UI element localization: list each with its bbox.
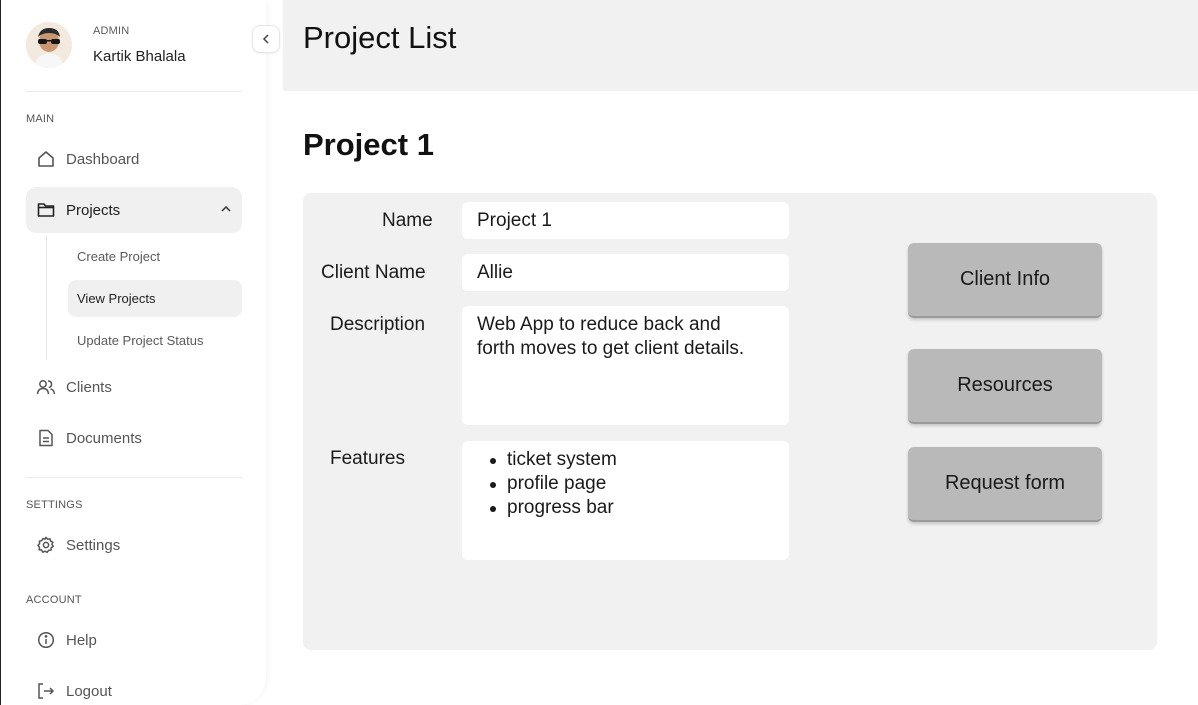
- logout-icon: [36, 681, 56, 701]
- request-form-button[interactable]: Request form: [908, 447, 1102, 522]
- users-icon: [36, 377, 56, 397]
- sidebar-item-help[interactable]: Help: [26, 617, 242, 663]
- client-name-label: Client Name: [321, 262, 426, 283]
- section-label-account: ACCOUNT: [26, 594, 82, 606]
- description-label: Description: [330, 314, 426, 335]
- chevron-left-icon: [262, 34, 269, 44]
- client-name-field[interactable]: Allie: [462, 254, 789, 291]
- info-icon: [36, 630, 56, 650]
- features-field[interactable]: ticket system profile page progress bar: [462, 441, 789, 560]
- project-heading: Project 1: [303, 127, 434, 162]
- list-item: progress bar: [489, 496, 774, 520]
- sidebar-item-label: Clients: [66, 378, 112, 396]
- section-label-settings: SETTINGS: [26, 499, 83, 511]
- sidebar-item-projects[interactable]: Projects: [26, 187, 242, 233]
- section-label-main: MAIN: [26, 113, 55, 125]
- sidebar-item-documents[interactable]: Documents: [26, 415, 242, 461]
- sidebar-collapse-button[interactable]: [252, 25, 280, 53]
- sidebar-item-label: Dashboard: [66, 150, 140, 168]
- sidebar-subitem-update-status[interactable]: Update Project Status: [68, 322, 242, 359]
- features-label: Features: [330, 448, 405, 469]
- sidebar-subitem-view-projects[interactable]: View Projects: [68, 280, 242, 317]
- sidebar-item-label: Logout: [66, 682, 112, 700]
- gear-icon: [36, 535, 56, 555]
- sidebar-item-clients[interactable]: Clients: [26, 364, 242, 410]
- divider: [26, 91, 242, 92]
- list-item: ticket system: [489, 448, 774, 472]
- project-name-field[interactable]: Project 1: [462, 202, 789, 239]
- document-icon: [36, 428, 56, 448]
- page-title: Project List: [303, 20, 457, 55]
- chevron-up-icon[interactable]: [218, 201, 234, 217]
- sidebar-item-label: Help: [66, 631, 97, 649]
- features-list: ticket system profile page progress bar: [477, 448, 774, 520]
- resources-button[interactable]: Resources: [908, 349, 1102, 424]
- page-header: Project List: [283, 0, 1198, 91]
- sidebar-item-dashboard[interactable]: Dashboard: [26, 136, 242, 182]
- divider: [26, 477, 242, 478]
- name-label: Name: [382, 210, 433, 231]
- folder-icon: [36, 200, 56, 220]
- avatar: [26, 22, 72, 68]
- sidebar-item-label: Projects: [66, 201, 121, 219]
- user-role: ADMIN: [93, 25, 130, 37]
- client-info-button[interactable]: Client Info: [908, 243, 1102, 318]
- submenu-guide-line: [46, 235, 47, 360]
- sidebar: ADMIN Kartik Bhalala MAIN Dashboard Proj…: [0, 0, 266, 705]
- sidebar-item-logout[interactable]: Logout: [26, 668, 242, 705]
- user-profile[interactable]: ADMIN Kartik Bhalala: [26, 22, 242, 70]
- description-field[interactable]: Web App to reduce back and forth moves t…: [462, 306, 789, 425]
- home-icon: [36, 149, 56, 169]
- sidebar-subitem-create-project[interactable]: Create Project: [68, 238, 242, 275]
- sidebar-item-label: Settings: [66, 536, 121, 554]
- user-name: Kartik Bhalala: [93, 48, 186, 65]
- list-item: profile page: [489, 472, 774, 496]
- sidebar-item-label: Documents: [66, 429, 142, 447]
- sidebar-item-settings[interactable]: Settings: [26, 522, 242, 568]
